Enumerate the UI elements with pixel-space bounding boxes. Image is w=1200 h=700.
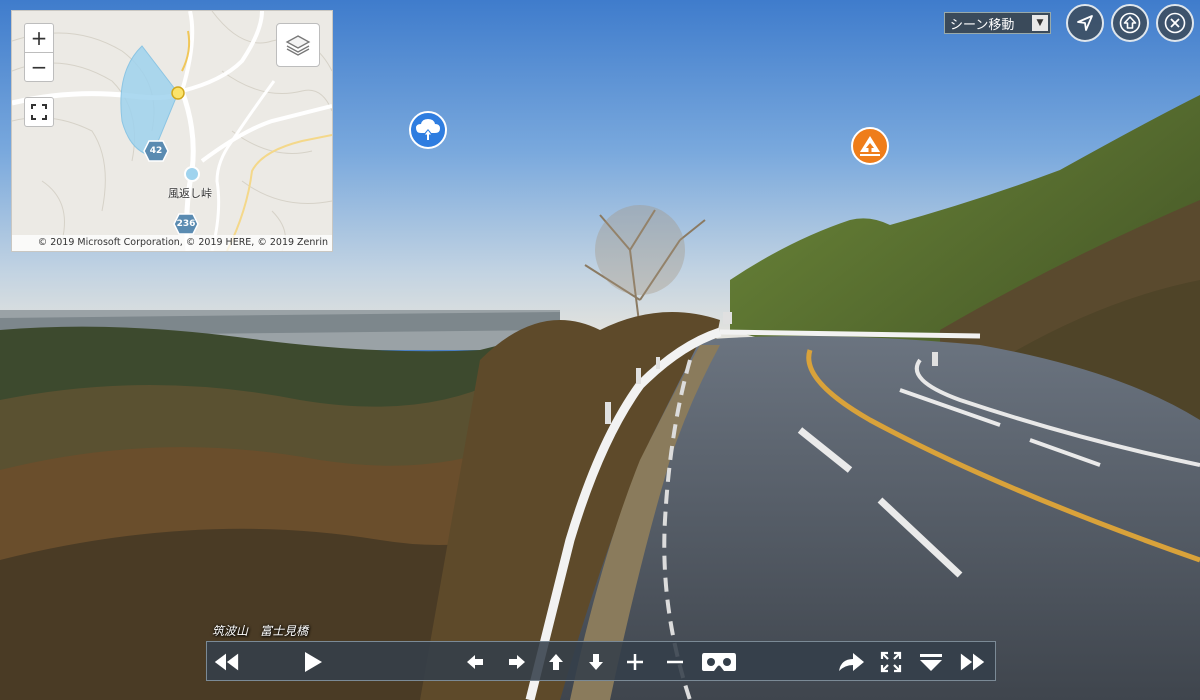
hide-toolbar-button[interactable] [917,648,945,676]
scene-select-value: シーン移動 [950,17,1015,33]
up-arrow-icon [1119,12,1141,34]
route-shield-236: 236 [173,213,199,235]
share-button[interactable] [837,648,865,676]
close-icon [1164,12,1186,34]
pan-left-button[interactable] [461,648,489,676]
layers-icon [285,35,311,56]
pan-up-button[interactable] [542,648,570,676]
plus-icon [627,654,643,670]
hotspot-cloud-up[interactable] [409,111,447,149]
close-button[interactable] [1156,4,1194,42]
mountain-up-icon [860,136,880,156]
route-shield-42: 42 [143,140,169,162]
first-scene-button[interactable] [212,648,240,676]
pan-right-button[interactable] [503,648,531,676]
hotspot-mountain-up[interactable] [851,127,889,165]
fullscreen-button[interactable] [24,97,54,127]
last-scene-button[interactable] [959,648,987,676]
arrow-up-icon [549,654,563,670]
zoom-in-view-button[interactable] [621,648,649,676]
rewind-icon [214,653,239,671]
arrow-left-icon [467,655,483,669]
pan-down-button[interactable] [582,648,610,676]
fast-forward-icon [960,653,985,671]
map-credit: © 2019 Microsoft Corporation, © 2019 HER… [12,235,332,251]
vr-mode-button[interactable] [699,648,739,676]
minus-icon [667,660,683,664]
fullscreen-view-button[interactable] [877,648,905,676]
play-button[interactable] [299,648,327,676]
zoom-out-button[interactable]: − [24,52,54,82]
expand-icon [880,651,902,673]
vr-goggles-icon [702,653,736,671]
scene-select[interactable]: シーン移動 ▼ [944,12,1051,34]
zoom-in-button[interactable]: + [24,23,54,53]
share-arrow-icon [839,653,864,671]
hide-down-icon [920,654,942,671]
map-place-label: 風返し峠 [168,187,212,200]
navigation-button[interactable] [1066,4,1104,42]
cloud-up-icon [416,119,440,141]
fullscreen-icon [31,104,47,120]
bottom-toolbar [206,641,996,681]
minimap[interactable]: 42 236 風返し峠 + − © 2019 Microsoft Corpora… [11,10,333,252]
up-button[interactable] [1111,4,1149,42]
arrow-right-icon [509,655,525,669]
play-icon [305,652,322,672]
chevron-down-icon: ▼ [1032,15,1048,31]
navigation-arrow-icon [1077,15,1093,31]
map-layers-button[interactable] [276,23,320,67]
scene-caption: 筑波山 富士見橋 [212,624,309,638]
zoom-out-view-button[interactable] [661,648,689,676]
arrow-down-icon [589,654,603,670]
